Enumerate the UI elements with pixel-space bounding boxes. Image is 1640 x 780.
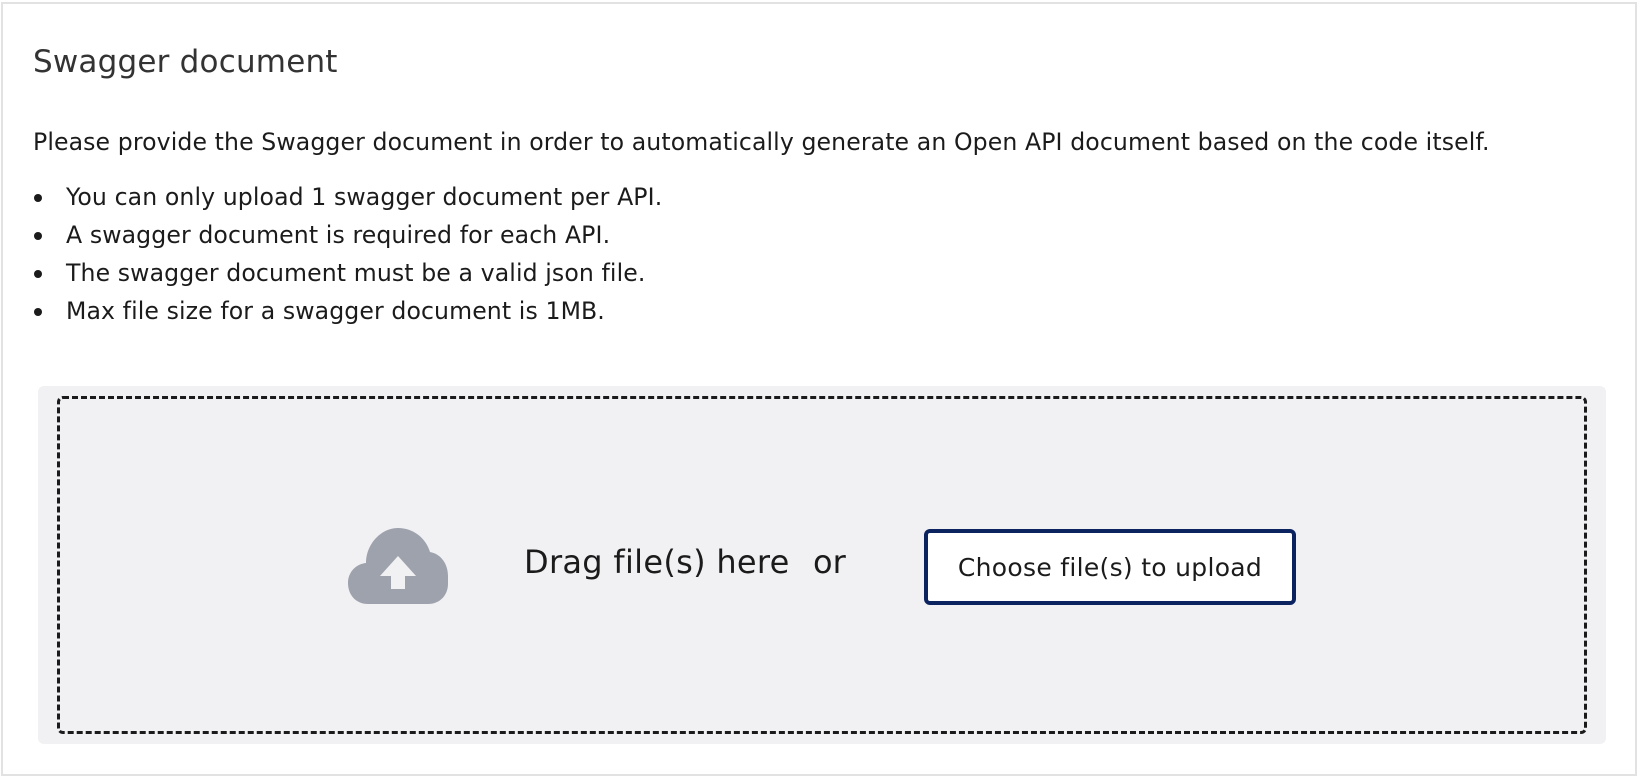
rule-text: Max file size for a swagger document is … (66, 297, 605, 325)
bullet-icon (34, 194, 42, 202)
list-item: The swagger document must be a valid jso… (33, 254, 662, 292)
list-item: A swagger document is required for each … (33, 216, 662, 254)
drag-files-label: Drag file(s) here (524, 543, 790, 581)
rule-text: A swagger document is required for each … (66, 221, 611, 249)
section-description: Please provide the Swagger document in o… (33, 128, 1490, 156)
rule-text: You can only upload 1 swagger document p… (66, 183, 663, 211)
or-label: or (813, 543, 846, 581)
list-item: You can only upload 1 swagger document p… (33, 178, 662, 216)
cloud-upload-icon (348, 528, 448, 604)
rules-list: You can only upload 1 swagger document p… (33, 178, 662, 330)
list-item: Max file size for a swagger document is … (33, 292, 662, 330)
choose-files-button[interactable]: Choose file(s) to upload (924, 529, 1296, 605)
bullet-icon (34, 270, 42, 278)
rule-text: The swagger document must be a valid jso… (66, 259, 646, 287)
bullet-icon (34, 308, 42, 316)
bullet-icon (34, 232, 42, 240)
section-title: Swagger document (33, 44, 338, 80)
